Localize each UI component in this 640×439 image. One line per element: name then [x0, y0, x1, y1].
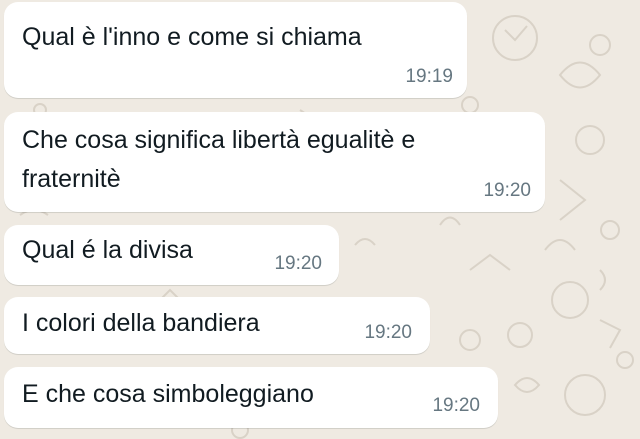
message-bubble[interactable]: Che cosa significa libertà egualitè e fr… [4, 112, 545, 212]
message-timestamp: 19:20 [432, 395, 480, 416]
message-bubble[interactable]: E che cosa simboleggiano 19:20 [4, 367, 498, 428]
message-text: Qual é la divisa [22, 236, 193, 264]
message-bubble[interactable]: I colori della bandiera 19:20 [4, 297, 430, 354]
message-text: I colori della bandiera [22, 309, 260, 337]
message-text: Qual è l'inno e come si chiama [22, 23, 362, 51]
message-bubble[interactable]: Qual è l'inno e come si chiama 19:19 [4, 2, 467, 98]
message-timestamp: 19:20 [364, 322, 412, 343]
message-timestamp: 19:20 [483, 180, 531, 201]
message-text: Che cosa significa libertà egualitè e [22, 126, 416, 154]
message-timestamp: 19:20 [274, 253, 322, 274]
message-bubble[interactable]: Qual é la divisa 19:20 [4, 225, 339, 285]
message-timestamp: 19:19 [405, 66, 453, 87]
message-text: fraternitè [22, 165, 121, 193]
message-text: E che cosa simboleggiano [22, 380, 314, 408]
